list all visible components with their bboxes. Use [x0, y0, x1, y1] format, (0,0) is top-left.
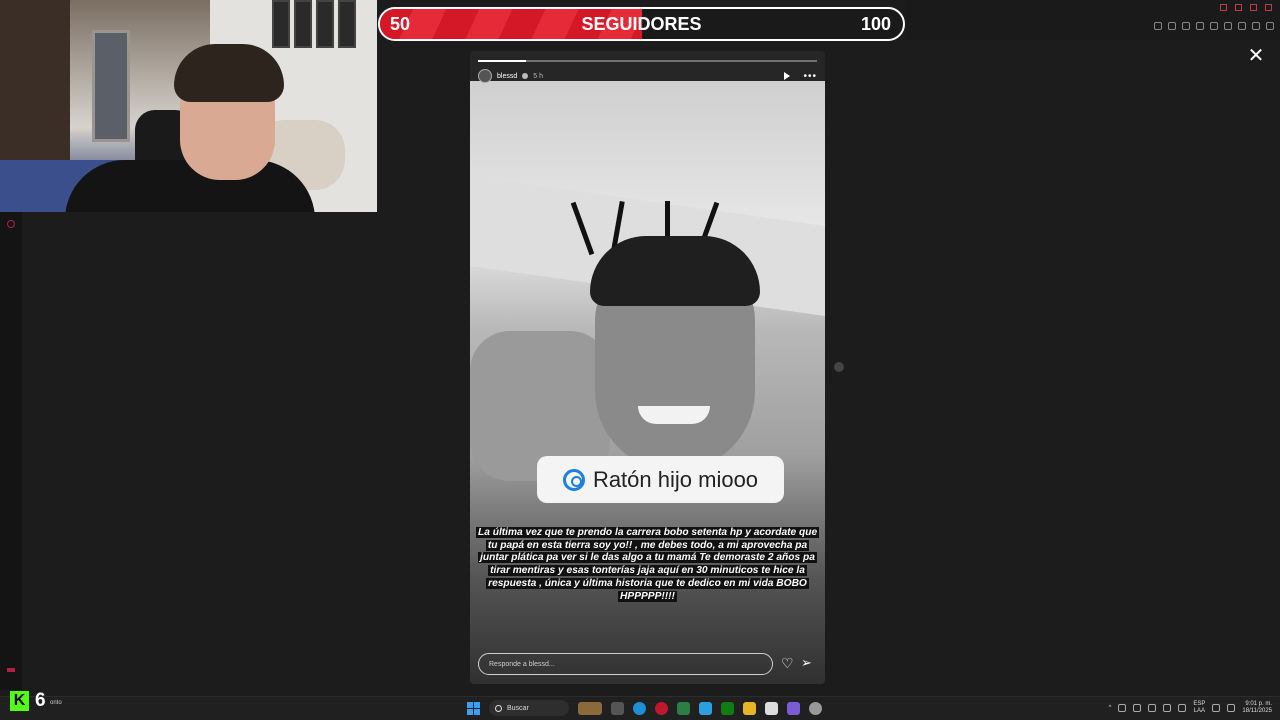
link-sticker[interactable]: Ratón hijo miooo	[537, 456, 784, 503]
location-icon[interactable]	[1178, 704, 1187, 712]
left-panel	[0, 212, 22, 690]
language-indicator[interactable]: ESP LAA	[1193, 701, 1205, 715]
wifi-icon[interactable]	[1212, 704, 1221, 712]
story-time: 5 h	[533, 72, 543, 80]
search-icon	[495, 704, 502, 712]
browser-toolbar	[905, 0, 1280, 40]
taskbar-search-label: Buscar	[507, 704, 529, 712]
task-view-icon[interactable]	[611, 701, 624, 715]
volume-icon[interactable]	[1227, 704, 1236, 712]
minimize-icon[interactable]	[1235, 4, 1242, 11]
spreadsheet-icon[interactable]	[677, 701, 690, 715]
story-viewer[interactable]: blessd 5 h ••• Ratón hijo miooo La últim…	[470, 51, 825, 684]
folder-icon[interactable]	[743, 701, 756, 715]
cloud-icon[interactable]	[1133, 704, 1142, 712]
verified-icon	[522, 73, 529, 79]
kick-logo: K	[10, 691, 29, 711]
bookmark-icon[interactable]	[1168, 22, 1176, 30]
extension-icons	[1154, 22, 1274, 30]
taskbar-search[interactable]: Buscar	[489, 700, 569, 716]
goal-title: SEGUIDORES	[581, 13, 702, 34]
windows-start-icon[interactable]	[467, 701, 480, 715]
next-story-icon[interactable]	[834, 362, 844, 372]
steam-icon[interactable]	[809, 701, 822, 715]
widget-icon[interactable]	[578, 701, 602, 715]
webcam-mirror	[92, 30, 130, 142]
xbox-icon[interactable]	[721, 701, 734, 715]
discord-icon[interactable]	[787, 701, 800, 715]
streamer-hair	[174, 44, 284, 102]
settings-icon[interactable]	[7, 220, 15, 228]
story-header: blessd 5 h •••	[478, 68, 817, 84]
edge-icon[interactable]	[633, 701, 646, 715]
search-icon[interactable]	[1220, 4, 1227, 11]
link-icon	[562, 468, 585, 491]
clock[interactable]: 9:01 p. m. 18/11/2025	[1242, 701, 1272, 715]
bluetooth-icon[interactable]	[1163, 704, 1172, 712]
lang-bottom: LAA	[1193, 708, 1206, 714]
live-indicator-icon	[7, 668, 15, 672]
kick-count: 6	[35, 690, 46, 711]
story-progress-bar	[478, 60, 817, 62]
webcam-overlay	[0, 0, 377, 212]
follower-goal-bar: 50 SEGUIDORES 100	[378, 7, 905, 41]
reply-input[interactable]: Responde a blessd...	[478, 653, 773, 675]
reply-placeholder: Responde a blessd...	[489, 660, 555, 668]
capcut-icon[interactable]	[765, 701, 778, 715]
opera-icon[interactable]	[655, 701, 668, 715]
story-caption: La última vez que te prendo la carrera b…	[476, 527, 820, 603]
heart-ext-icon[interactable]	[1210, 22, 1218, 30]
taskbar-apps: Buscar	[467, 699, 822, 717]
download-icon[interactable]	[1252, 22, 1260, 30]
heart-icon[interactable]: ♡	[781, 656, 795, 670]
chevron-up-icon[interactable]: ^	[1109, 705, 1112, 711]
story-smile	[638, 406, 710, 424]
puzzle-icon[interactable]	[1224, 22, 1232, 30]
screen: 50 SEGUIDORES 100 ✕ blessd 5 h ••• Ratón…	[0, 0, 1280, 720]
menu-icon[interactable]	[1266, 22, 1274, 30]
avatar[interactable]	[478, 69, 492, 83]
play-ext-icon[interactable]	[1196, 22, 1204, 30]
pin-icon[interactable]	[1154, 22, 1162, 30]
clock-time: 9:01 p. m.	[1245, 701, 1272, 707]
story-caption-text: La última vez que te prendo la carrera b…	[476, 527, 820, 602]
telegram-icon[interactable]	[699, 701, 712, 715]
system-tray: ^ ESP LAA 9:01 p. m. 18/11/2025	[1109, 699, 1272, 717]
network-app-icon[interactable]	[1118, 704, 1127, 712]
story-username[interactable]: blessd	[497, 73, 517, 80]
mic-icon[interactable]	[1148, 704, 1157, 712]
close-icon[interactable]: ✕	[1246, 46, 1266, 66]
link-sticker-text: Ratón hijo miooo	[592, 466, 759, 492]
more-options-icon[interactable]: •••	[803, 71, 817, 82]
window-controls	[1220, 4, 1272, 11]
close-window-icon[interactable]	[1265, 4, 1272, 11]
shield-icon[interactable]	[1182, 22, 1190, 30]
story-hair	[590, 236, 760, 306]
goal-end: 100	[860, 13, 891, 34]
send-icon[interactable]: ➢	[801, 656, 815, 670]
maximize-icon[interactable]	[1250, 4, 1257, 11]
lang-top: ESP	[1193, 701, 1206, 707]
streamer-body	[65, 160, 315, 212]
play-icon[interactable]	[784, 72, 791, 80]
kick-label: onto	[50, 700, 62, 706]
lock-icon[interactable]	[1238, 22, 1246, 30]
clock-date: 18/11/2025	[1242, 708, 1272, 714]
webcam-frames	[272, 0, 356, 48]
